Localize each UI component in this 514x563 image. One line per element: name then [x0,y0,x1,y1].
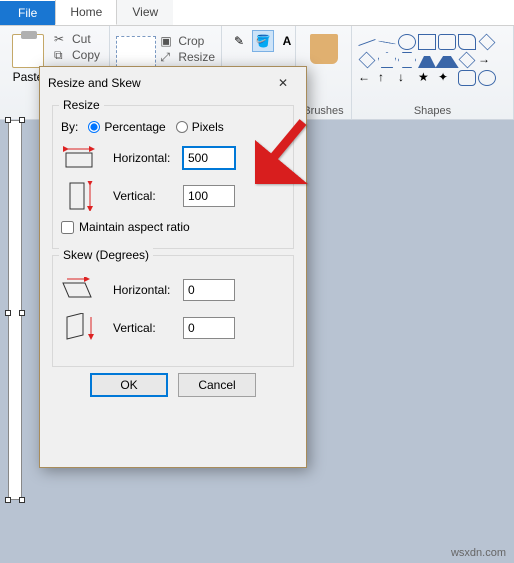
menu-tabs: File Home View [0,0,514,26]
cut-button[interactable]: ✂Cut [54,32,100,46]
radio-percentage[interactable]: Percentage [88,120,165,134]
resize-horizontal-input[interactable] [183,147,235,169]
clipboard-icon [12,34,44,68]
resize-v-label: Vertical: [113,189,183,203]
resize-h-diagram [61,144,97,172]
close-button[interactable]: ✕ [268,73,298,93]
crop-button[interactable]: ▣Crop [160,34,215,48]
radio-pixels-input[interactable] [176,121,188,133]
resize-ribbon-button[interactable]: ⤢Resize [160,50,215,64]
radio-pixels[interactable]: Pixels [176,120,224,134]
resize-handle[interactable] [19,117,25,123]
skew-vertical-input[interactable] [183,317,235,339]
text-tool[interactable]: A [276,30,298,52]
skew-fieldset: Skew (Degrees) Horizontal: Vertical: [52,255,294,367]
maintain-ratio-input[interactable] [61,221,74,234]
brushes-label[interactable]: Brushes [302,103,345,117]
skew-h-label: Horizontal: [113,283,183,297]
maintain-ratio-checkbox[interactable]: Maintain aspect ratio [61,220,285,234]
resize-vertical-input[interactable] [183,185,235,207]
resize-handle[interactable] [5,310,11,316]
fill-tool[interactable]: 🪣 [252,30,274,52]
copy-icon: ⧉ [54,48,68,62]
skew-legend: Skew (Degrees) [59,248,153,262]
watermark: wsxdn.com [451,547,506,559]
skew-horizontal-input[interactable] [183,279,235,301]
skew-v-diagram [61,314,97,342]
scissors-icon: ✂ [54,32,68,46]
copy-button[interactable]: ⧉Copy [54,48,100,62]
ok-button[interactable]: OK [90,373,168,397]
radio-percentage-input[interactable] [88,121,100,133]
tab-file[interactable]: File [0,1,55,25]
resize-handle[interactable] [5,497,11,503]
dialog-titlebar[interactable]: Resize and Skew ✕ [40,67,306,99]
dialog-title: Resize and Skew [48,76,141,90]
resize-h-label: Horizontal: [113,151,183,165]
shapes-gallery[interactable]: → ←↑↓★✦ [358,34,496,86]
resize-icon: ⤢ [160,50,174,64]
resize-legend: Resize [59,98,104,112]
shapes-label: Shapes [358,103,507,117]
resize-handle[interactable] [19,310,25,316]
skew-h-diagram [61,276,97,304]
pencil-tool[interactable]: ✎ [228,30,250,52]
cancel-button[interactable]: Cancel [178,373,256,397]
resize-v-diagram [61,182,97,210]
tab-home[interactable]: Home [55,0,117,25]
brush-icon [310,34,338,64]
crop-icon: ▣ [160,34,174,48]
canvas[interactable] [8,120,22,500]
skew-v-label: Vertical: [113,321,183,335]
resize-handle[interactable] [5,117,11,123]
resize-skew-dialog: Resize and Skew ✕ Resize By: Percentage … [39,66,307,468]
tool-row: ✎ 🪣 A [228,30,298,52]
tab-view[interactable]: View [117,0,173,25]
resize-fieldset: Resize By: Percentage Pixels Horizontal:… [52,105,294,249]
resize-handle[interactable] [19,497,25,503]
by-label: By: [61,120,78,134]
